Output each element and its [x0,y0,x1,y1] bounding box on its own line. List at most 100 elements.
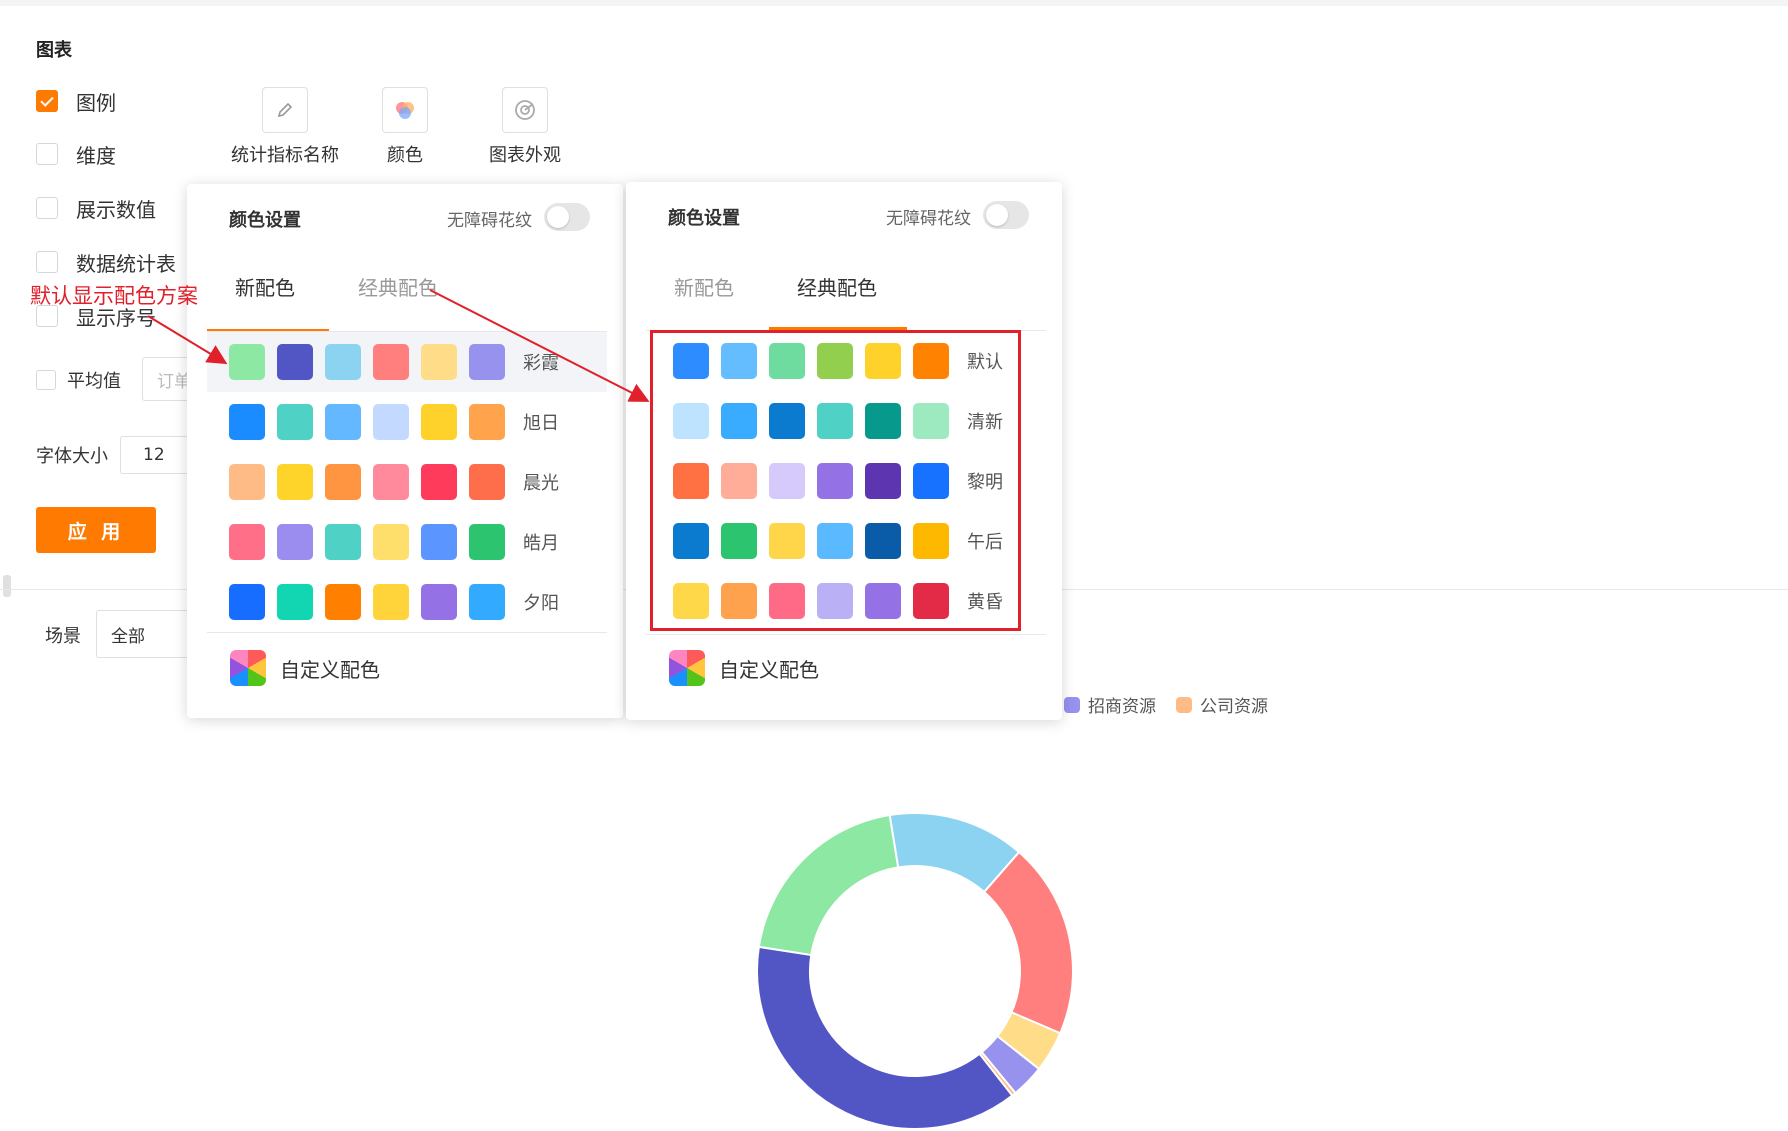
tab-classic-palette[interactable]: 经典配色 [358,272,438,301]
toggle-label: 无障碍花纹 [447,211,532,231]
custom-divider [646,634,1046,635]
color-swatch [469,344,505,380]
option-label: 数据统计表 [76,251,176,276]
color-swatch [325,404,361,440]
color-swatch [373,584,409,620]
toggle-label: 无障碍花纹 [886,209,971,229]
scheme-list: 彩霞旭日晨光皓月夕阳 [207,332,607,632]
color-swatch [229,524,265,560]
scheme-row[interactable]: 旭日 [207,392,607,452]
option-data-table[interactable]: 数据统计表 [36,247,176,277]
tool-color[interactable]: 颜色 [340,87,470,167]
color-swatch [277,344,313,380]
color-swatch [325,524,361,560]
tool-metric-name[interactable]: 统计指标名称 [220,87,350,167]
checkbox-dimension[interactable] [36,143,58,165]
custom-palette-label: 自定义配色 [719,657,819,682]
tool-label: 统计指标名称 [231,145,339,166]
pencil-icon[interactable] [262,87,308,133]
scheme-row[interactable]: 夕阳 [207,572,607,632]
filter-label: 场景 [45,626,81,647]
donut-slice[interactable] [757,813,900,957]
color-swatch [229,344,265,380]
color-swatch [277,404,313,440]
option-label: 图例 [76,90,116,115]
accessibility-pattern-toggle[interactable] [544,203,590,231]
font-size-input[interactable]: 12 [120,436,190,474]
section-title: 图表 [36,40,72,61]
color-swatch [373,404,409,440]
scheme-row[interactable]: 皓月 [207,512,607,572]
option-show-values[interactable]: 展示数值 [36,193,156,223]
color-swatch [325,584,361,620]
option-legend[interactable]: 图例 [36,86,116,116]
custom-divider [207,632,607,633]
legend-swatch [1176,696,1192,713]
option-label: 维度 [76,143,116,168]
color-swatch [469,524,505,560]
highlight-box [650,330,1021,631]
color-swatch [229,584,265,620]
custom-palette-button[interactable]: 自定义配色 [230,650,380,686]
filter-select[interactable]: 全部 [96,610,196,658]
tab-new-palette[interactable]: 新配色 [235,272,295,301]
option-average[interactable]: 平均值 [36,365,121,395]
scheme-name: 夕阳 [523,593,559,614]
scheme-name: 彩霞 [523,353,559,374]
option-dimension[interactable]: 维度 [36,139,116,169]
average-label: 平均值 [67,371,121,392]
color-swatch [373,524,409,560]
donut-slice[interactable] [982,850,1074,1035]
color-panel-new: 颜色设置 无障碍花纹 新配色 经典配色 彩霞旭日晨光皓月夕阳 自定义配色 [187,184,623,718]
tab-classic-palette[interactable]: 经典配色 [797,272,877,301]
color-swatch [229,404,265,440]
chart-legend: 招商资源 公司资源 [1064,692,1268,717]
custom-palette-label: 自定义配色 [280,657,380,682]
scheme-name: 皓月 [523,533,559,554]
color-swatch [469,584,505,620]
scheme-row[interactable]: 彩霞 [207,332,607,392]
resize-handle[interactable] [3,575,11,597]
color-swatch [421,584,457,620]
tool-label: 图表外观 [489,145,561,166]
accessibility-pattern-toggle[interactable] [983,201,1029,229]
annotation-text: 默认显示配色方案 [30,284,198,308]
option-label: 展示数值 [76,197,156,222]
color-swatch [421,464,457,500]
scheme-row[interactable]: 晨光 [207,452,607,512]
tool-appearance[interactable]: 图表外观 [460,87,590,167]
panel-title: 颜色设置 [229,210,301,231]
checkbox-show-values[interactable] [36,197,58,219]
legend-label[interactable]: 招商资源 [1088,692,1156,717]
checkbox-legend[interactable] [36,90,58,112]
color-swatch [469,464,505,500]
color-swatch [277,524,313,560]
checkbox-data-table[interactable] [36,251,58,273]
color-swatch [421,344,457,380]
palette-icon[interactable] [382,87,428,133]
chart-appearance-icon[interactable] [502,87,548,133]
legend-label[interactable]: 公司资源 [1200,692,1268,717]
panel-title: 颜色设置 [668,208,740,229]
color-swatch [373,464,409,500]
donut-slice[interactable] [756,945,1014,1130]
checkbox-average[interactable] [36,370,56,390]
color-swatch [277,584,313,620]
color-swatch [277,464,313,500]
apply-button[interactable]: 应 用 [36,507,156,553]
color-swatch [229,464,265,500]
legend-swatch [1064,696,1080,713]
color-swatch [325,464,361,500]
tool-label: 颜色 [387,145,423,166]
color-swatch [421,404,457,440]
top-border [0,0,1788,6]
color-swatch [421,524,457,560]
color-swatch [325,344,361,380]
custom-palette-icon [230,650,266,686]
custom-palette-button[interactable]: 自定义配色 [669,650,819,686]
color-swatch [373,344,409,380]
tab-new-palette[interactable]: 新配色 [674,272,734,301]
scheme-name: 旭日 [523,413,559,434]
donut-chart [756,812,1074,1130]
scheme-name: 晨光 [523,473,559,494]
